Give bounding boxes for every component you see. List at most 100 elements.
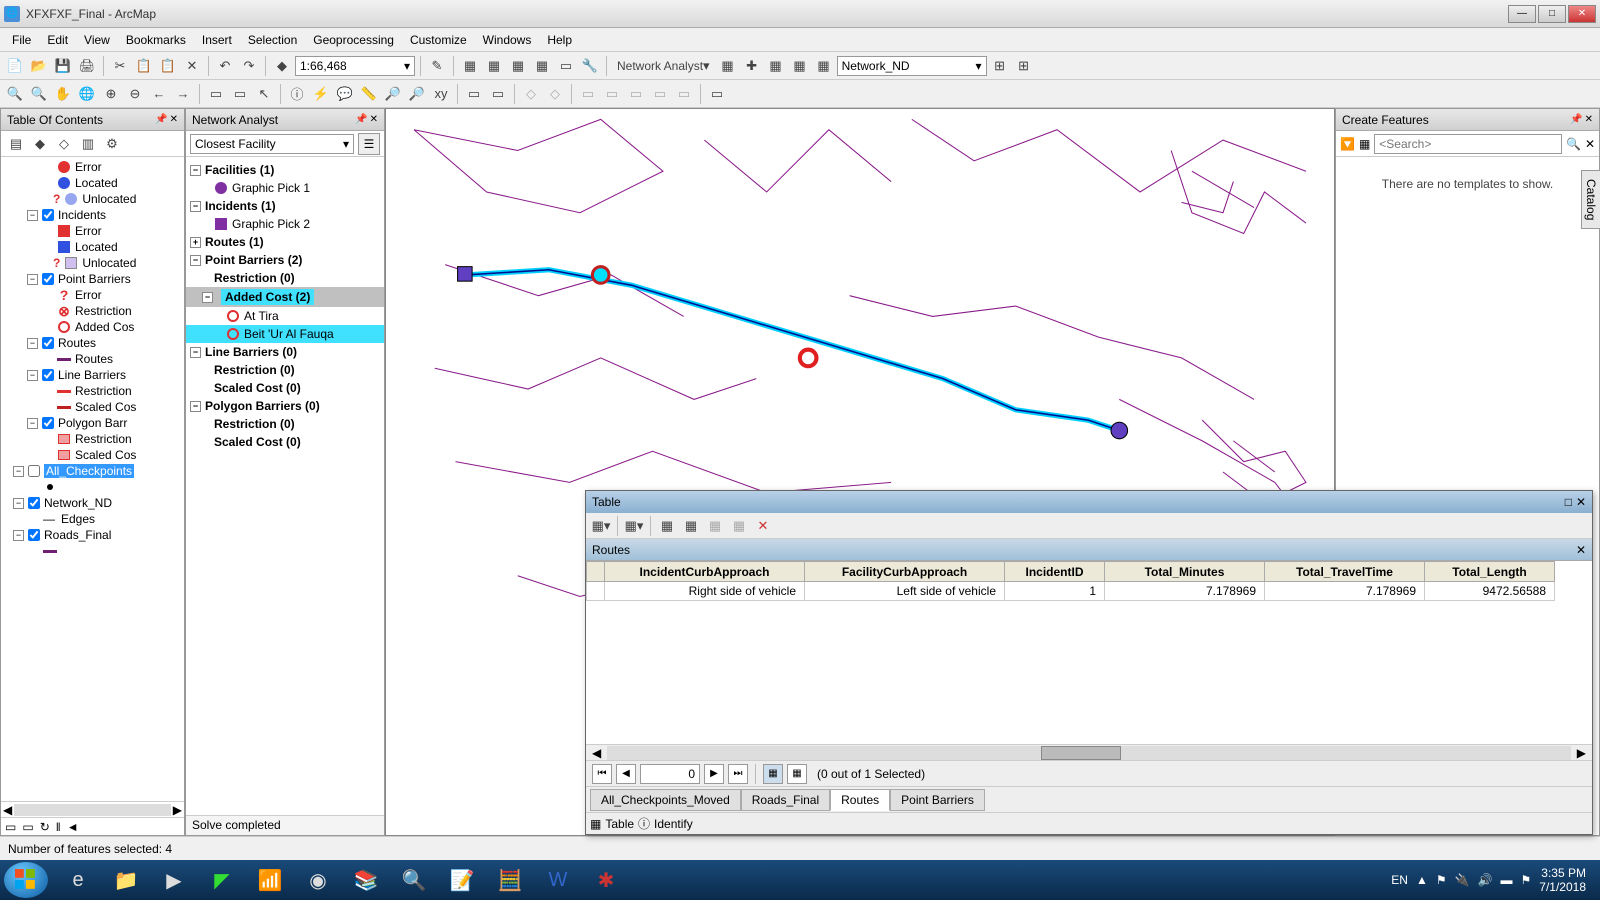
na-point-barriers[interactable]: Point Barriers (2) [205, 253, 302, 267]
na-routes[interactable]: Routes (1) [205, 235, 264, 249]
na-pb-tira[interactable]: At Tira [244, 309, 279, 323]
expander-icon[interactable]: − [190, 201, 201, 212]
calc-icon[interactable]: 🧮 [486, 862, 534, 898]
fixed-zoomout-icon[interactable]: ⊖ [124, 83, 146, 105]
tab-checkpoints[interactable]: All_Checkpoints_Moved [590, 789, 741, 811]
select-elements-icon[interactable]: ↖ [253, 83, 275, 105]
table-close-icon[interactable]: ✕ [1576, 495, 1586, 509]
na-analysis-combo[interactable]: Closest Facility▾ [190, 134, 354, 154]
cf-arrange-icon[interactable]: ▦ [1359, 137, 1370, 151]
na-pgb-restriction[interactable]: Restriction (0) [214, 417, 295, 431]
toc-pgb-check[interactable] [42, 417, 54, 429]
table-view-label[interactable]: Table [605, 817, 634, 831]
na-directions-icon[interactable]: ▦ [789, 55, 811, 77]
edit6-icon[interactable]: ▭ [649, 83, 671, 105]
toc-allcheck-check[interactable] [28, 465, 40, 477]
table-grid[interactable]: IncidentCurbApproach FacilityCurbApproac… [586, 561, 1592, 744]
cf-search-input[interactable] [1374, 134, 1562, 154]
arcmap-icon[interactable]: ◤ [198, 862, 246, 898]
na-facilities[interactable]: Facilities (1) [205, 163, 274, 177]
start-button[interactable] [4, 862, 48, 898]
toc-incidents[interactable]: Incidents [58, 208, 106, 222]
explorer-icon[interactable]: 📁 [102, 862, 150, 898]
identify-icon[interactable]: ⓘ [286, 83, 308, 105]
toc-inc-error[interactable]: Error [75, 224, 102, 238]
toc-close-icon[interactable]: ✕ [170, 114, 178, 125]
close-button[interactable]: ✕ [1568, 5, 1596, 23]
tray-network-icon[interactable]: ▬ [1501, 873, 1513, 887]
toc-lb-restriction[interactable]: Restriction [75, 384, 132, 398]
na-close-icon[interactable]: ✕ [370, 114, 378, 125]
toc-view2-icon[interactable]: ▭ [22, 820, 33, 834]
paste-icon[interactable]: 📋 [157, 55, 179, 77]
menu-geoprocessing[interactable]: Geoprocessing [305, 30, 402, 50]
tab-barriers[interactable]: Point Barriers [890, 789, 985, 811]
expander-icon[interactable]: − [13, 498, 24, 509]
wifi-icon[interactable]: 📶 [246, 862, 294, 898]
create-viewer-icon[interactable]: ▭ [487, 83, 509, 105]
na-dropdown[interactable]: Network Analyst▾ [612, 55, 715, 77]
na-pb-restriction[interactable]: Restriction (0) [214, 271, 295, 285]
expander-icon[interactable]: − [13, 466, 24, 477]
toc-pgb-restriction[interactable]: Restriction [75, 432, 132, 446]
winrar-icon[interactable]: 📚 [342, 862, 390, 898]
expander-icon[interactable]: − [27, 338, 38, 349]
toc-located[interactable]: Located [75, 176, 118, 190]
expander-icon[interactable]: − [27, 274, 38, 285]
toc-all-checkpoints[interactable]: All_Checkpoints [44, 464, 134, 478]
toc-nd-check[interactable] [28, 497, 40, 509]
minimize-button[interactable]: — [1508, 5, 1536, 23]
table-maximize-icon[interactable]: □ [1565, 495, 1572, 509]
tray-flag-icon[interactable]: ⚑ [1521, 873, 1532, 887]
nav-last-icon[interactable]: ⏭ [728, 764, 748, 784]
time-slider-icon[interactable]: ▭ [463, 83, 485, 105]
identify-view-label[interactable]: Identify [654, 817, 693, 831]
findroute-icon[interactable]: 🔎 [406, 83, 428, 105]
col-ica[interactable]: IncidentCurbApproach [605, 562, 805, 582]
toc-pb-addedcos[interactable]: Added Cos [75, 320, 134, 334]
edit1-icon[interactable]: ◇ [520, 83, 542, 105]
toc-routes-sub[interactable]: Routes [75, 352, 113, 366]
expander-icon[interactable]: − [190, 165, 201, 176]
measure-icon[interactable]: 📏 [358, 83, 380, 105]
toc-error[interactable]: Error [75, 160, 102, 174]
na-properties-button[interactable]: ☰ [358, 133, 380, 155]
new-icon[interactable]: 📄 [4, 55, 26, 77]
nav-show-all-icon[interactable]: ▦ [763, 764, 783, 784]
select-features-icon[interactable]: ▭ [205, 83, 227, 105]
menu-selection[interactable]: Selection [240, 30, 305, 50]
na-lb-scaled[interactable]: Scaled Cost (0) [214, 381, 301, 395]
toc-roads-final[interactable]: Roads_Final [44, 528, 111, 542]
maximize-button[interactable]: □ [1538, 5, 1566, 23]
na-pb-added[interactable]: Added Cost (2) [221, 289, 314, 305]
table-view-icon[interactable]: ▦ [590, 817, 601, 831]
col-fca[interactable]: FacilityCurbApproach [805, 562, 1005, 582]
undo-icon[interactable]: ↶ [214, 55, 236, 77]
toc-list-visibility-icon[interactable]: ◇ [53, 133, 75, 155]
open-icon[interactable]: 📂 [28, 55, 50, 77]
toc-pb-check[interactable] [42, 273, 54, 285]
clear-selection-icon[interactable]: ▭ [229, 83, 251, 105]
catalog-tab[interactable]: Catalog [1581, 170, 1600, 229]
toc-network-nd[interactable]: Network_ND [44, 496, 112, 510]
tray-lang[interactable]: EN [1391, 873, 1408, 887]
edit7-icon[interactable]: ▭ [673, 83, 695, 105]
toc-line-barriers[interactable]: Line Barriers [58, 368, 126, 382]
print-icon[interactable]: 🖨 [76, 55, 98, 77]
menu-file[interactable]: File [4, 30, 39, 50]
table-select-by-attr-icon[interactable]: ▦ [656, 515, 678, 537]
edit5-icon[interactable]: ▭ [625, 83, 647, 105]
cut-icon[interactable]: ✂ [109, 55, 131, 77]
add-data-icon[interactable]: ◆ [271, 55, 293, 77]
pan-icon[interactable]: ✋ [52, 83, 74, 105]
na-build-icon[interactable]: ⊞ [989, 55, 1011, 77]
toc-back-icon[interactable]: ◄ [67, 820, 79, 834]
zoomin-icon[interactable]: 🔍 [4, 83, 26, 105]
expander-icon[interactable]: − [13, 530, 24, 541]
table-related-icon[interactable]: ▦▾ [623, 515, 645, 537]
na-incidents[interactable]: Incidents (1) [205, 199, 276, 213]
expander-icon[interactable]: + [190, 237, 201, 248]
search-app-icon[interactable]: 🔍 [390, 862, 438, 898]
menu-windows[interactable]: Windows [475, 30, 540, 50]
expander-icon[interactable]: − [27, 418, 38, 429]
